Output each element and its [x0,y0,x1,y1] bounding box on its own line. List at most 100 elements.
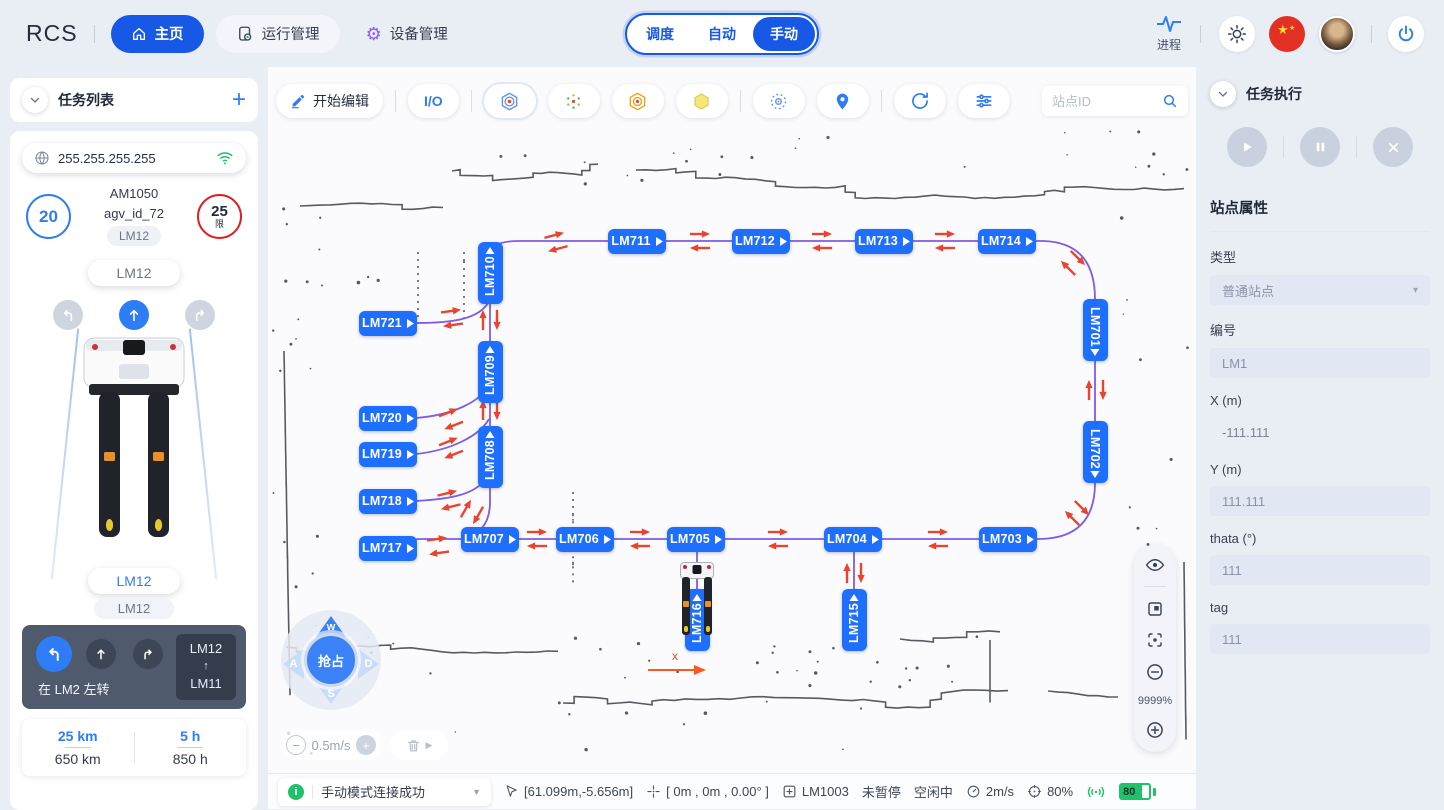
visibility-button[interactable] [1145,557,1165,573]
station-node-LM702[interactable]: LM702 [1083,421,1108,483]
tab-dispatch[interactable]: 调度 [629,17,691,51]
station-node-LM713[interactable]: LM713 [855,229,913,254]
theme-toggle-button[interactable] [1219,16,1255,52]
vehicle-ip-row[interactable]: 255.255.255.255 [22,143,246,173]
station-node-LM709[interactable]: LM709 [478,341,503,403]
play-button[interactable] [1227,127,1267,167]
field-input[interactable]: 111 [1210,555,1430,585]
power-button[interactable] [1388,16,1424,52]
station-node-LM715[interactable]: LM715 [842,589,867,651]
divider [881,90,882,112]
station-node-LM707[interactable]: LM707 [461,527,519,552]
map-canvas[interactable]: 开始编辑 I/O [268,67,1196,809]
mileage-stat: 25 km 650 km [22,728,134,767]
field-input: -111.111 [1210,417,1430,447]
field-label: tag [1210,600,1430,615]
zoom-in-button[interactable] [1145,720,1165,740]
trash-icon [406,738,421,753]
pause-state: 未暂停 [862,782,901,801]
tab-manual[interactable]: 手动 [753,17,815,51]
hexagon-target-icon [627,91,648,112]
route-to: LM11 [190,675,222,694]
manual-speed-control: − 0.5m/s + [280,730,382,760]
station-node-LM701[interactable]: LM701 [1083,299,1108,361]
zoom-out-button[interactable] [1145,662,1165,682]
cursor-icon [504,784,519,799]
connection-status[interactable]: i 手动模式连接成功 ▼ [278,778,491,806]
station-node-LM721[interactable]: LM721 [359,311,417,336]
robot-pose: [ 0m , 0m , 0.00° ] [646,784,769,799]
search-icon[interactable] [1162,93,1178,109]
filter-button[interactable] [958,84,1010,118]
straight-icon[interactable] [119,300,149,330]
map-graphics [268,67,1196,809]
station-search [1042,86,1188,116]
nav-item-operation[interactable]: 运行管理 [216,15,340,53]
station-node-LM717[interactable]: LM717 [359,536,417,561]
turn-indicators [22,300,246,330]
turn-right-icon[interactable] [185,300,215,330]
layer-hex-area-button[interactable] [676,84,728,118]
station-node-LM708[interactable]: LM708 [478,426,503,488]
divider [312,785,313,799]
collapse-button[interactable] [1210,81,1236,107]
divider [471,90,472,112]
station-node-LM706[interactable]: LM706 [556,527,614,552]
layer-laser-button[interactable] [753,84,805,118]
field-input[interactable]: 111 [1210,624,1430,654]
agv-robot-sprite[interactable] [680,562,714,579]
nav-item-home[interactable]: 主页 [111,15,204,53]
yellow-hexagon-icon [691,91,712,112]
collapse-button[interactable] [22,87,48,113]
route-box: LM12 ↑ LM11 [176,634,236,700]
field-label: X (m) [1210,393,1430,408]
center-focus-button[interactable] [1146,631,1164,649]
layer-station-button[interactable] [817,84,869,118]
speed-increase-button[interactable]: + [356,735,376,755]
vehicle-agv-id: agv_id_72 [104,206,164,221]
forklift-image [59,334,209,549]
speed-decrease-button[interactable]: − [286,735,306,755]
minimap-button[interactable] [1146,600,1164,618]
layer-pointcloud-button[interactable] [548,84,600,118]
station-node-LM703[interactable]: LM703 [979,527,1037,552]
tab-auto[interactable]: 自动 [691,17,753,51]
station-node-LM718[interactable]: LM718 [359,489,417,514]
start-edit-button[interactable]: 开始编辑 [276,84,383,118]
station-node-LM714[interactable]: LM714 [978,229,1036,254]
pause-button[interactable] [1300,127,1340,167]
turn-left-icon[interactable] [53,300,83,330]
avatar[interactable] [1319,16,1355,52]
divider [395,90,396,112]
refresh-button[interactable] [894,84,946,118]
clear-button[interactable]: ▶ [390,730,448,760]
station-node-LM719[interactable]: LM719 [359,442,417,467]
process-button[interactable]: 进程 [1156,14,1182,53]
cancel-button[interactable] [1373,127,1413,167]
app-logo: RCS [26,20,78,47]
seize-control-button[interactable]: 抢占 [304,633,358,687]
station-search-input[interactable] [1052,94,1156,109]
field-input[interactable]: 111.111 [1210,486,1430,516]
field-select[interactable]: 普通站点▾ [1210,275,1430,305]
station-node-LM710[interactable]: LM710 [478,242,503,304]
io-button[interactable]: I/O [408,84,459,118]
station-node-LM711[interactable]: LM711 [608,229,666,254]
station-node-LM712[interactable]: LM712 [732,229,790,254]
pencil-icon [290,93,306,109]
vehicle-ip: 255.255.255.255 [58,151,208,166]
language-flag-button[interactable]: ★★ [1269,16,1305,52]
field-input[interactable]: LM1 [1210,348,1430,378]
layer-hex-target-button[interactable] [612,84,664,118]
turn-left-active-icon [36,636,72,672]
station-node-LM720[interactable]: LM720 [359,406,417,431]
manual-joystick: w A D S 抢占 [281,610,381,710]
station-node-LM704[interactable]: LM704 [824,527,882,552]
flag-star-icon: ★ [1289,24,1295,32]
layer-reflector-button[interactable] [484,84,536,118]
vehicle-stats: 25 km 650 km 5 h 850 h [22,719,246,776]
nav-item-device[interactable]: ⚙ 设备管理 [346,15,468,53]
station-node-LM705[interactable]: LM705 [667,527,725,552]
add-task-button[interactable]: + [232,88,246,112]
speed-status: 2m/s [966,784,1014,799]
